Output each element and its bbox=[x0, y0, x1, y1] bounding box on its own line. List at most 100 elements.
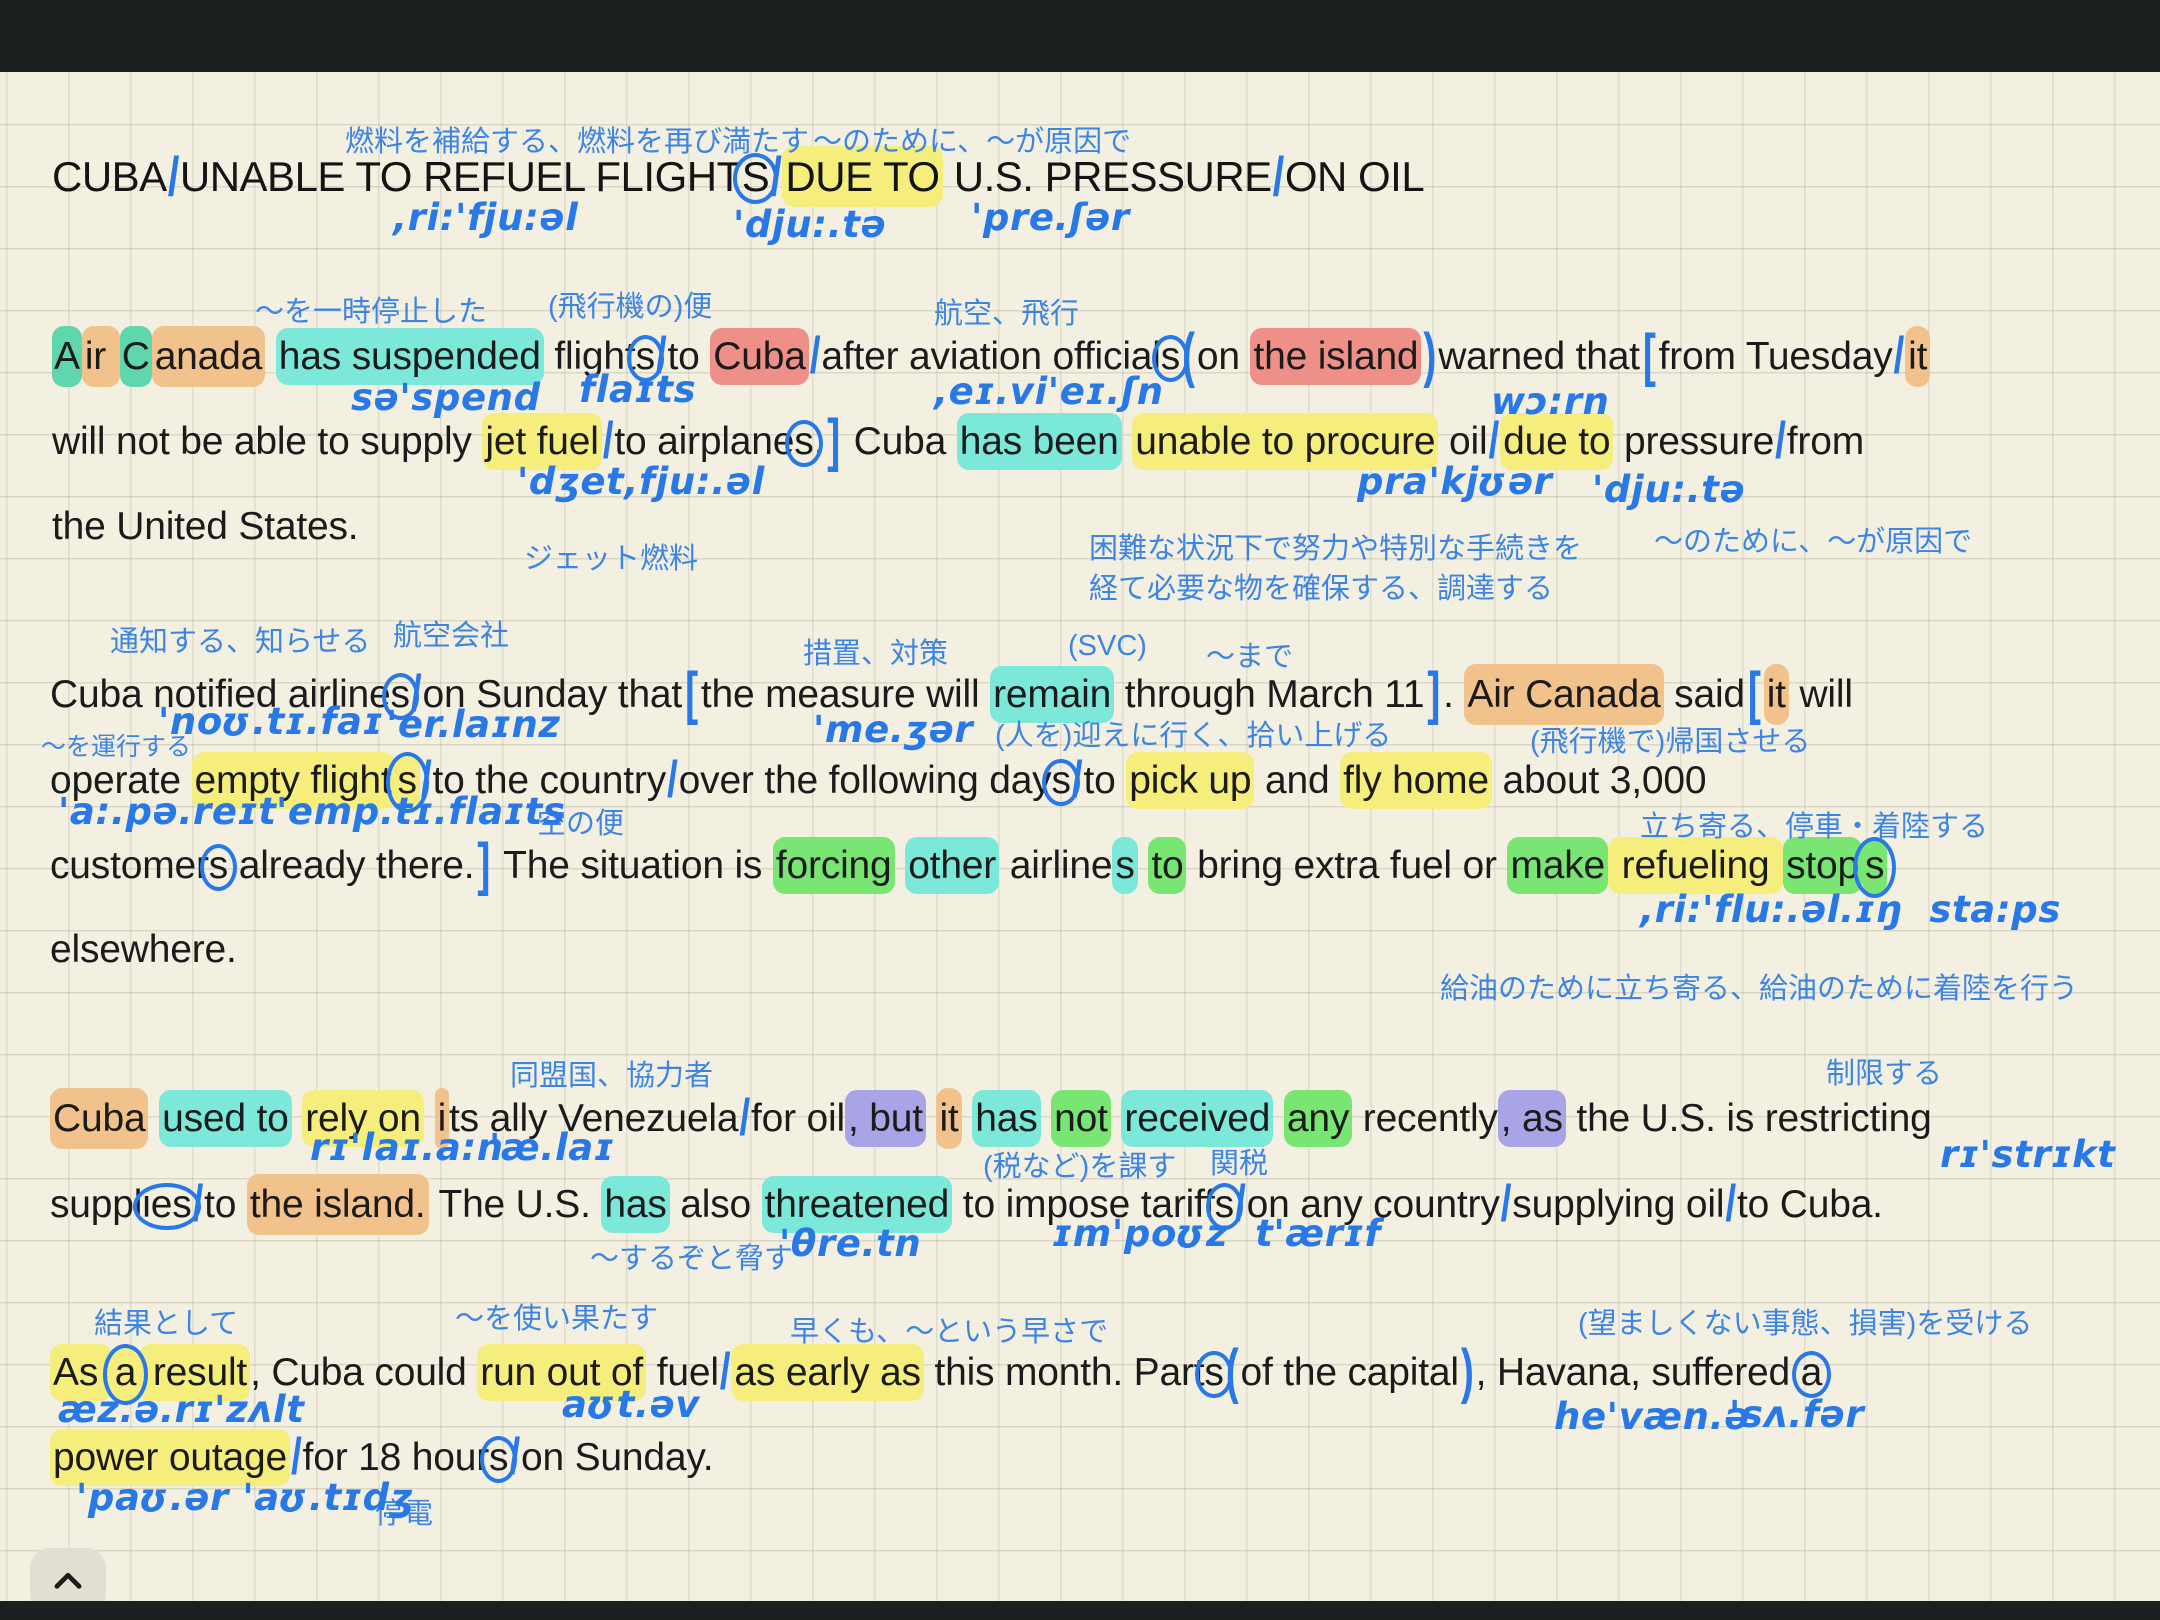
highlighted-text: make bbox=[1507, 837, 1608, 894]
highlighted-text: forcing bbox=[773, 837, 895, 894]
highlighted-text: fly home bbox=[1340, 752, 1492, 809]
handwritten-ipa-note: rɪ'strɪkt bbox=[1940, 1133, 2116, 1176]
highlighted-text: Cuba bbox=[710, 328, 808, 385]
pen-slash-mark: / bbox=[1273, 139, 1284, 214]
pen-slash-mark: / bbox=[810, 319, 821, 394]
text-segment: on Sunday. bbox=[521, 1436, 713, 1479]
pen-slash-mark: / bbox=[1072, 743, 1083, 818]
pen-slash-mark: / bbox=[667, 743, 678, 818]
pen-circle-mark: ies bbox=[142, 1183, 191, 1226]
jp-annotation: 困難な状況下で努力や特別な手続きを bbox=[1089, 525, 1582, 567]
handwritten-ipa-note: pra'kjʊər bbox=[1357, 460, 1553, 503]
text-segment: The U.S. bbox=[429, 1183, 602, 1226]
text-segment: airline bbox=[999, 844, 1112, 887]
handwritten-ipa-note: 'noʊ.tɪ.faɪ bbox=[158, 700, 383, 743]
handwritten-ipa-note: 'er.laɪnz bbox=[386, 703, 561, 746]
handwritten-ipa-note: 'paʊ.ər 'aʊ.tɪdʒ bbox=[76, 1476, 414, 1519]
text-segment: warned that bbox=[1438, 335, 1640, 378]
article-text-line: supplies/to the island. The U.S. has als… bbox=[50, 1176, 1883, 1234]
jp-annotation: 航空、飛行 bbox=[934, 290, 1079, 332]
highlighted-text: it bbox=[936, 1088, 961, 1149]
handwritten-ipa-note: ,eɪ.vi'eɪ.ʃn bbox=[934, 370, 1164, 413]
highlighted-text: the island bbox=[1250, 328, 1421, 385]
highlighted-text: s bbox=[1112, 837, 1137, 894]
highlighted-text: has been bbox=[957, 413, 1122, 470]
text-segment: supplying oil bbox=[1512, 1183, 1724, 1226]
pen-circle-mark: a bbox=[1801, 1351, 1823, 1394]
highlighted-text: anada bbox=[152, 326, 265, 387]
chevron-up-icon bbox=[49, 1565, 87, 1598]
text-segment: for oil bbox=[751, 1097, 845, 1140]
handwritten-ipa-note: aʊt.əv bbox=[562, 1383, 700, 1426]
jp-annotation: 〜まで bbox=[1206, 633, 1293, 675]
highlighted-text: it bbox=[1905, 326, 1930, 387]
jp-annotation: 通知する、知らせる bbox=[110, 618, 370, 660]
handwritten-ipa-note: flaɪts bbox=[579, 368, 696, 411]
handwritten-ipa-note: 'æ.laɪ bbox=[489, 1126, 615, 1169]
handwritten-ipa-note: 'a:.pə.reɪt bbox=[58, 790, 277, 833]
pen-bracket-mark: ] bbox=[827, 399, 840, 486]
pen-circle-mark: S bbox=[742, 153, 770, 200]
text-segment: to bbox=[1083, 759, 1126, 802]
pen-paren-mark: ) bbox=[1423, 312, 1436, 402]
text-segment: The situation is bbox=[493, 844, 773, 887]
pen-slash-mark: / bbox=[168, 139, 179, 214]
highlighted-text: received bbox=[1121, 1090, 1273, 1147]
pen-circle-mark: s bbox=[794, 420, 813, 463]
pen-circle-mark: s bbox=[1204, 1351, 1223, 1394]
text-segment bbox=[1138, 844, 1149, 887]
pen-paren-mark: ( bbox=[1182, 312, 1195, 402]
jp-annotation: (人を)迎えに行く、拾い上げる bbox=[995, 712, 1391, 754]
highlighted-text: to bbox=[1148, 837, 1186, 894]
pen-circle-mark: s bbox=[1862, 837, 1887, 894]
handwritten-ipa-note: æz.ə.rɪ'zʌlt bbox=[58, 1388, 305, 1431]
text-segment bbox=[1041, 1097, 1052, 1140]
text-segment: to bbox=[204, 1183, 247, 1226]
handwritten-ipa-note: 'sʌ.fər bbox=[1729, 1393, 1864, 1436]
highlighted-text: not bbox=[1051, 1090, 1111, 1147]
highlighted-text: any bbox=[1284, 1090, 1352, 1147]
handwritten-ipa-note: 'me.ʒər bbox=[813, 708, 973, 751]
article-text-line: As a result, Cuba could run out of fuel/… bbox=[50, 1344, 1822, 1402]
pen-slash-mark: / bbox=[193, 1167, 204, 1242]
highlighted-text: it bbox=[1764, 664, 1789, 725]
handwritten-ipa-note: ,ri:'flu:.əl.ɪŋ sta:ps bbox=[1640, 888, 2061, 931]
jp-annotation: 経て必要な物を確保する、調達する bbox=[1089, 565, 1553, 607]
highlighted-text: refueling bbox=[1608, 837, 1783, 894]
text-segment bbox=[265, 335, 276, 378]
text-segment: , Havana, suffered bbox=[1476, 1351, 1801, 1394]
highlighted-text: A bbox=[52, 326, 82, 387]
text-segment: elsewhere. bbox=[50, 928, 237, 971]
text-segment bbox=[895, 844, 906, 887]
text-segment: will not be able to supply bbox=[52, 420, 482, 463]
highlighted-text: the island. bbox=[247, 1174, 429, 1235]
pen-slash-mark: / bbox=[509, 1420, 520, 1495]
text-segment: UNABLE TO REFUEL FLIGHT bbox=[180, 153, 742, 200]
jp-annotation: 〜を一時停止した bbox=[255, 288, 487, 330]
jp-annotation: 〜を使い果たす bbox=[455, 1295, 658, 1337]
text-segment: customer bbox=[50, 844, 209, 887]
highlighted-text: used to bbox=[159, 1090, 292, 1147]
pen-slash-mark: / bbox=[1725, 1167, 1736, 1242]
pen-bracket-mark: ] bbox=[1427, 652, 1440, 739]
top-bar bbox=[0, 0, 2160, 72]
handwritten-ipa-note: 'pre.ʃər bbox=[971, 196, 1130, 239]
text-segment: to airplane bbox=[614, 420, 794, 463]
handwritten-ipa-note: 'dju:.tə bbox=[1592, 468, 1745, 511]
jp-annotation: (飛行機の)便 bbox=[548, 283, 712, 325]
text-segment bbox=[1122, 420, 1133, 463]
jp-annotation: 〜するぞと脅す bbox=[590, 1235, 793, 1277]
highlighted-text: has bbox=[972, 1090, 1040, 1147]
text-segment: will bbox=[1789, 673, 1853, 716]
pen-circle-mark: s bbox=[1051, 759, 1070, 802]
pen-circle-mark: s bbox=[209, 844, 228, 887]
bottom-bar bbox=[0, 1601, 2160, 1620]
jp-annotation: 燃料を補給する、燃料を再び満たす bbox=[345, 118, 809, 160]
notebook-page[interactable]: CUBA/UNABLE TO REFUEL FLIGHTS/DUE TO U.S… bbox=[0, 72, 2160, 1601]
text-segment: said bbox=[1664, 673, 1745, 716]
handwritten-ipa-note: rɪ'laɪ.a:n bbox=[310, 1126, 504, 1169]
handwritten-ipa-note: ,ri:'fju:əl bbox=[393, 196, 578, 239]
text-segment: on bbox=[1197, 335, 1251, 378]
jp-annotation: 早くも、〜という早さで bbox=[790, 1308, 1108, 1350]
text-segment: the United States. bbox=[52, 505, 358, 548]
